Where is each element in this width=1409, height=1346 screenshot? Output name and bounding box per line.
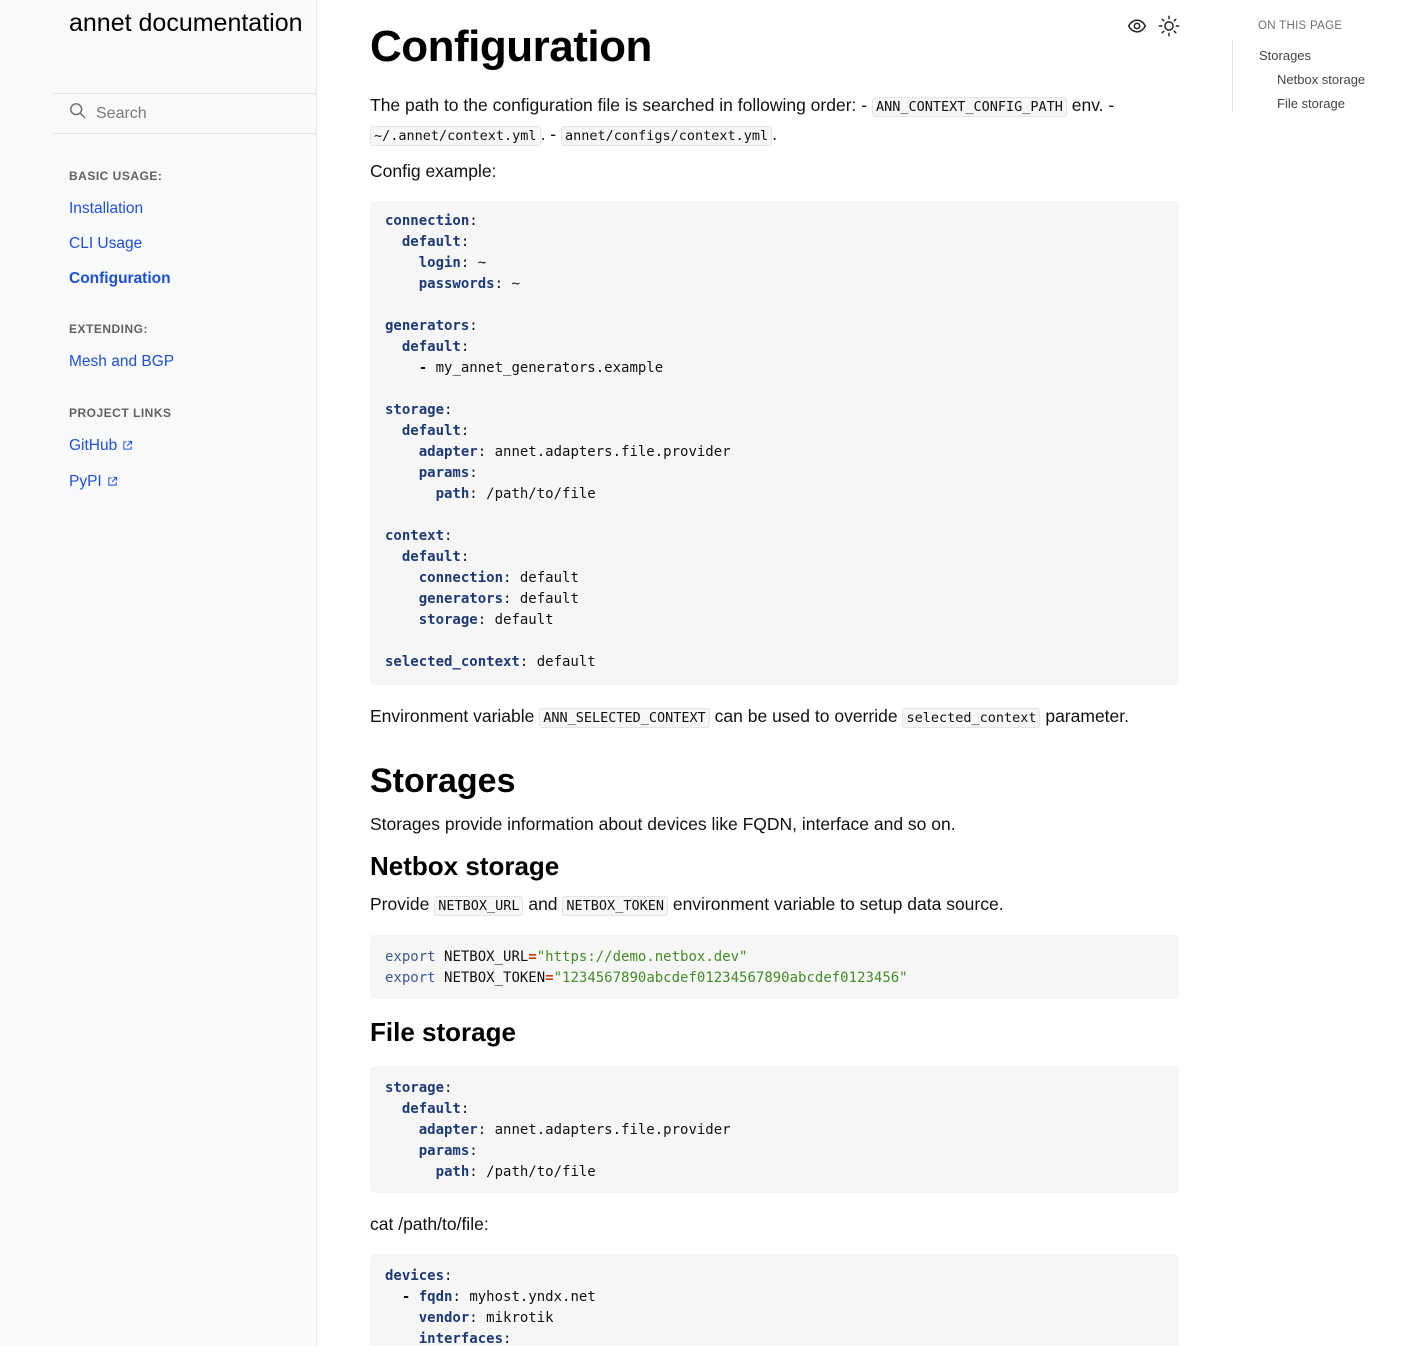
intro-paragraph: The path to the configuration file is se… <box>370 92 1179 150</box>
eye-icon[interactable] <box>1126 15 1148 37</box>
content-toolbar <box>1126 15 1180 37</box>
intro-text-1: The path to the configuration file is se… <box>370 95 872 115</box>
nav-link-github[interactable]: GitHub <box>69 437 133 455</box>
netbox-paragraph: Provide NETBOX_URL and NETBOX_TOKEN envi… <box>370 891 1179 920</box>
intro-text-2: env. - <box>1066 95 1115 115</box>
toc-caption: ON THIS PAGE <box>1258 20 1343 32</box>
cat-label: cat /path/to/file: <box>370 1214 489 1234</box>
intro-text-4: . <box>772 124 778 144</box>
config-example-label: Config example: <box>370 161 497 181</box>
nav-caption-basic-usage: BASIC USAGE: <box>69 169 163 183</box>
file-storage-code-block: storage: default: adapter: annet.adapter… <box>370 1066 1179 1193</box>
toc-divider <box>1232 40 1233 112</box>
env-text-3: parameter. <box>1040 706 1130 726</box>
env-paragraph: Environment variable ANN_SELECTED_CONTEX… <box>370 703 1179 732</box>
nav-link-installation[interactable]: Installation <box>69 200 143 218</box>
inline-code: annet/configs/context.yml <box>560 126 773 146</box>
external-link-icon <box>107 474 118 486</box>
intro-text-3: . - <box>540 124 561 144</box>
inline-code: NETBOX_TOKEN <box>562 896 668 916</box>
search-input[interactable] <box>96 104 296 123</box>
sidebar: annet documentation BASIC USAGE: Install… <box>0 0 317 1346</box>
netbox-text-3: environment variable to setup data sourc… <box>667 894 1004 914</box>
external-link-icon <box>122 438 133 450</box>
page-title: Configuration <box>370 22 652 71</box>
nav-link-mesh-and-bgp[interactable]: Mesh and BGP <box>69 353 174 371</box>
search-box[interactable] <box>53 93 317 134</box>
nav-link-cli-usage[interactable]: CLI Usage <box>69 235 142 253</box>
storages-heading: Storages <box>370 762 516 800</box>
netbox-code-block: export NETBOX_URL="https://demo.netbox.d… <box>370 935 1179 999</box>
inline-code: ANN_SELECTED_CONTEXT <box>539 708 710 728</box>
config-code-block: connection: default: login: ~ passwords:… <box>370 201 1179 685</box>
toc-link-netbox-storage[interactable]: Netbox storage <box>1277 72 1365 87</box>
nav-link-configuration[interactable]: Configuration <box>69 270 171 288</box>
nav-caption-extending: EXTENDING: <box>69 322 149 336</box>
netbox-text-1: Provide <box>370 894 435 914</box>
search-icon <box>69 102 87 125</box>
toc-link-file-storage[interactable]: File storage <box>1277 96 1345 111</box>
netbox-text-2: and <box>523 894 563 914</box>
toc-link-storages[interactable]: Storages <box>1259 48 1311 63</box>
inline-code: ANN_CONTEXT_CONFIG_PATH <box>871 97 1067 117</box>
devices-code-block: devices: - fqdn: myhost.yndx.net vendor:… <box>370 1254 1179 1346</box>
inline-code: selected_context <box>902 708 1041 728</box>
env-text-1: Environment variable <box>370 706 540 726</box>
storages-text: Storages provide information about devic… <box>370 814 956 834</box>
inline-code: NETBOX_URL <box>434 896 524 916</box>
inline-code: ~/.annet/context.yml <box>370 126 541 146</box>
pypi-label: PyPI <box>69 473 102 490</box>
brand-title[interactable]: annet documentation <box>69 8 309 38</box>
sun-icon[interactable] <box>1158 15 1180 37</box>
github-label: GitHub <box>69 437 118 454</box>
env-text-2: can be used to override <box>709 706 903 726</box>
nav-caption-project-links: PROJECT LINKS <box>69 406 172 420</box>
netbox-storage-heading: Netbox storage <box>370 851 560 881</box>
nav-link-pypi[interactable]: PyPI <box>69 473 118 491</box>
file-storage-heading: File storage <box>370 1017 516 1047</box>
